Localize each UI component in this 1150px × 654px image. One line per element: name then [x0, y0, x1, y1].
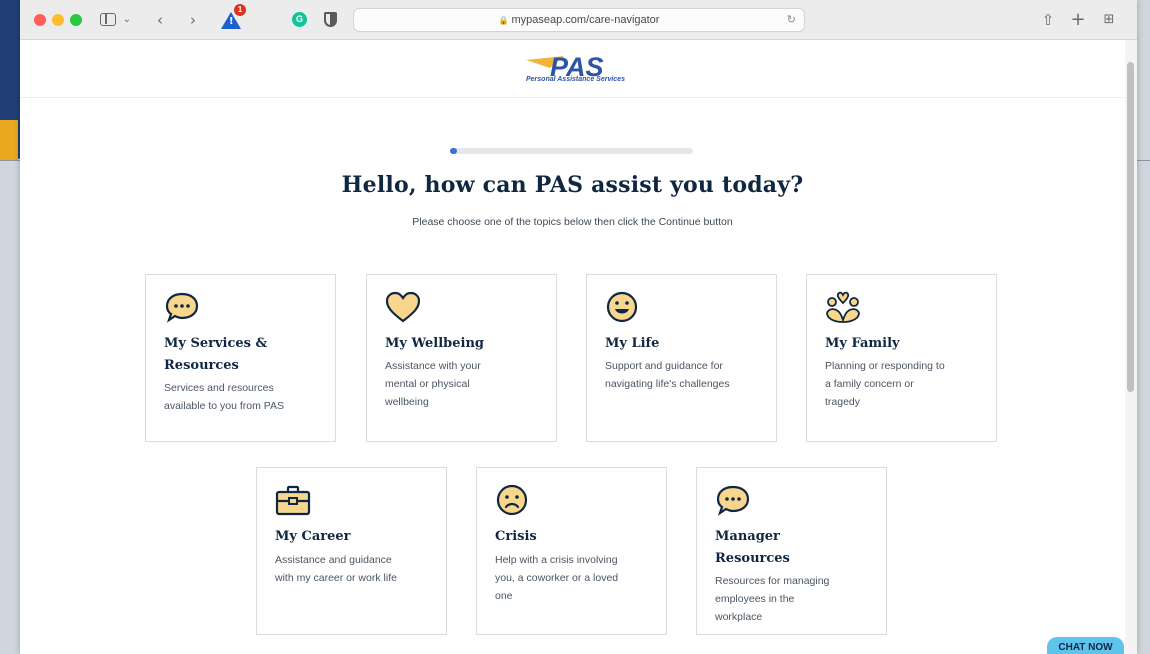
chat-now-button[interactable]: CHAT NOW	[1047, 637, 1124, 654]
topic-card-my-services-resources[interactable]: My Services & Resources Services and reso…	[145, 274, 336, 442]
grammarly-icon[interactable]: G	[292, 12, 307, 27]
page-title: Hello, how can PAS assist you today?	[341, 172, 804, 198]
progress-fill	[450, 148, 458, 154]
reload-icon[interactable]: ↻	[787, 9, 796, 31]
back-arrow-icon[interactable]: ‹	[152, 10, 168, 30]
desktop-background-accent	[0, 120, 18, 160]
card-description: Support and guidance for navigating life'…	[605, 360, 730, 390]
card-description: Resources for managing employees in the wo…	[715, 575, 830, 623]
warning-mark: !	[229, 16, 234, 27]
tab-overview-icon[interactable]: ⊞	[1101, 10, 1117, 30]
card-title: Crisis	[495, 529, 537, 544]
sidebar-toggle-icon[interactable]	[100, 13, 116, 26]
notification-badge: 1	[234, 4, 246, 16]
page-instructions: Please choose one of the topics below th…	[412, 216, 733, 228]
shield-icon[interactable]	[324, 12, 337, 27]
smiley-face-icon	[606, 291, 638, 323]
card-title: My Family	[825, 336, 900, 351]
family-heart-icon	[826, 291, 860, 323]
chat-bubble-icon	[716, 485, 750, 516]
chat-bubble-icon	[165, 292, 199, 323]
forward-arrow-icon[interactable]: ›	[185, 10, 201, 30]
card-title: My Career	[275, 529, 351, 544]
browser-toolbar: ⌄ ‹ › ! 1 G 🔒 mypaseap.com/care-navigator…	[20, 0, 1137, 40]
card-title: My Wellbeing	[385, 336, 484, 351]
topic-card-my-life[interactable]: My Life Support and guidance for navigati…	[586, 274, 777, 442]
new-tab-icon[interactable]: +	[1070, 10, 1086, 30]
topic-card-my-family[interactable]: My Family Planning or responding to a fam…	[806, 274, 997, 442]
topic-card-my-wellbeing[interactable]: My Wellbeing Assistance with your mental …	[366, 274, 557, 442]
warning-extension-icon[interactable]: ! 1	[221, 4, 246, 30]
pas-logo[interactable]: PAS	[524, 50, 619, 90]
card-description: Assistance and guidance with my career or…	[275, 554, 397, 584]
topic-card-my-career[interactable]: My Career Assistance and guidance with my…	[256, 467, 447, 635]
card-title: My Services & Resources	[164, 336, 268, 373]
zoom-window-button[interactable]	[70, 14, 82, 26]
address-bar[interactable]: 🔒 mypaseap.com/care-navigator ↻	[353, 8, 805, 32]
scrollbar-thumb[interactable]	[1127, 62, 1134, 392]
card-description: Planning or responding to a family concer…	[825, 360, 945, 408]
heart-icon	[385, 291, 421, 323]
card-title: Manager Resources	[715, 529, 790, 566]
site-header: PAS Personal Assistance Services	[20, 40, 1125, 98]
chevron-down-icon[interactable]: ⌄	[120, 10, 134, 30]
card-title: My Life	[605, 336, 660, 351]
progress-bar	[450, 148, 693, 154]
url-display: 🔒 mypaseap.com/care-navigator	[354, 9, 804, 32]
page-scrollbar[interactable]	[1125, 40, 1137, 654]
lock-icon: 🔒	[498, 16, 509, 25]
briefcase-icon	[275, 485, 311, 516]
share-icon[interactable]: ⇧	[1040, 10, 1056, 30]
topic-card-crisis[interactable]: Crisis Help with a crisis involving you, …	[476, 467, 667, 635]
logo-tagline: Personal Assistance Services	[526, 76, 625, 83]
card-description: Services and resources available to you f…	[164, 382, 285, 412]
minimize-window-button[interactable]	[52, 14, 64, 26]
browser-window: ⌄ ‹ › ! 1 G 🔒 mypaseap.com/care-navigator…	[20, 0, 1137, 654]
worried-face-icon	[496, 484, 528, 516]
url-text: mypaseap.com/care-navigator	[511, 14, 660, 26]
topic-card-manager-resources[interactable]: Manager Resources Resources for managing e…	[696, 467, 887, 635]
close-window-button[interactable]	[34, 14, 46, 26]
card-description: Assistance with your mental or physical we…	[385, 360, 481, 408]
card-description: Help with a crisis involving you, a cowor…	[495, 554, 619, 602]
